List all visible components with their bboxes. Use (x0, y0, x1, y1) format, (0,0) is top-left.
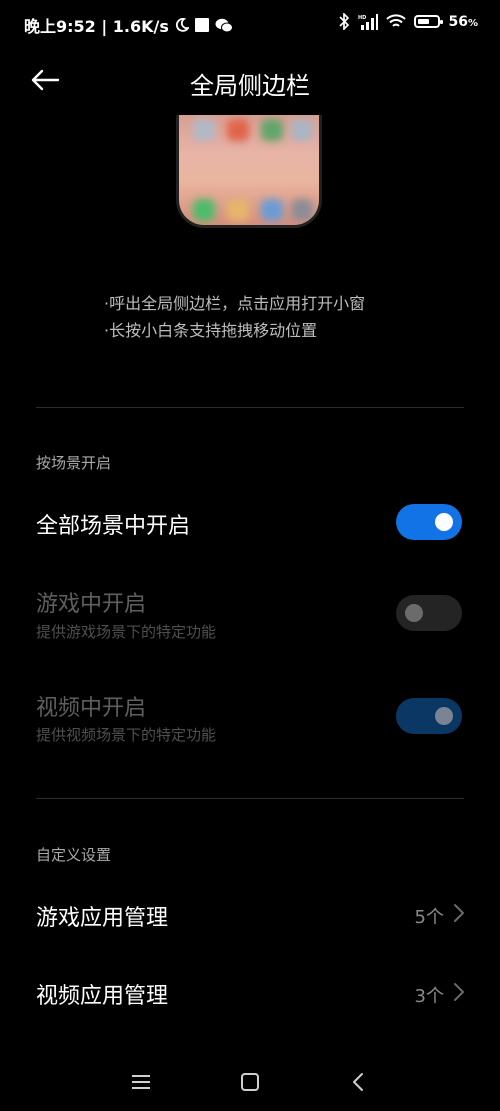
section-label-scene: 按场景开启 (36, 454, 112, 472)
menu-button[interactable] (126, 1067, 156, 1097)
setting-subtitle: 提供视频场景下的特定功能 (36, 726, 217, 744)
app-header: 全局侧边栏 (0, 56, 500, 106)
video-mode-toggle[interactable] (396, 698, 462, 734)
chevron-right-icon (454, 904, 464, 922)
all-scenes-toggle[interactable] (396, 504, 462, 540)
status-right: HD 56% (338, 13, 478, 30)
feature-description: ·呼出全局侧边栏，点击应用打开小窗 ·长按小白条支持拖拽移动位置 (104, 290, 365, 344)
description-line-1: ·呼出全局侧边栏，点击应用打开小窗 (104, 294, 366, 313)
notification-square-icon (194, 18, 209, 32)
page-title: 全局侧边栏 (190, 72, 310, 100)
setting-title: 游戏应用管理 (36, 906, 169, 931)
signal-icon: HD (358, 13, 379, 30)
setting-title: 视频应用管理 (36, 984, 169, 1009)
status-time-speed: 晚上9:52 | 1.6K/s (24, 17, 169, 36)
chevron-right-icon (454, 983, 464, 1001)
home-button[interactable] (235, 1067, 265, 1097)
svg-text:HD: HD (358, 15, 366, 21)
toggle-knob (435, 707, 453, 725)
section-label-custom: 自定义设置 (36, 846, 112, 864)
toggle-knob (405, 604, 423, 622)
divider (36, 407, 464, 408)
moon-icon (175, 18, 189, 32)
back-nav-button[interactable] (343, 1067, 373, 1097)
wechat-icon (215, 18, 233, 32)
system-nav-bar (0, 1055, 500, 1105)
video-apps-count: 3个 (414, 986, 444, 1007)
description-line-2: ·长按小白条支持拖拽移动位置 (104, 321, 318, 340)
setting-title: 全部场景中开启 (36, 514, 191, 539)
bluetooth-icon (339, 13, 350, 30)
battery-level: 56% (448, 13, 478, 30)
divider (36, 798, 464, 799)
setting-title: 视频中开启 (36, 696, 147, 721)
toggle-knob (435, 513, 453, 531)
sidebar-preview-image (176, 115, 322, 228)
status-bar: 晚上9:52 | 1.6K/s HD 56% (0, 0, 500, 46)
game-apps-count: 5个 (414, 907, 444, 928)
wifi-icon (386, 14, 407, 27)
setting-subtitle: 提供游戏场景下的特定功能 (36, 623, 217, 641)
status-left: 晚上9:52 | 1.6K/s (24, 13, 233, 37)
setting-title: 游戏中开启 (36, 592, 147, 617)
menu-icon (132, 1075, 150, 1089)
chevron-left-icon (353, 1073, 363, 1091)
battery-icon (414, 15, 444, 28)
home-square-icon (241, 1073, 259, 1091)
game-mode-toggle[interactable] (396, 595, 462, 631)
